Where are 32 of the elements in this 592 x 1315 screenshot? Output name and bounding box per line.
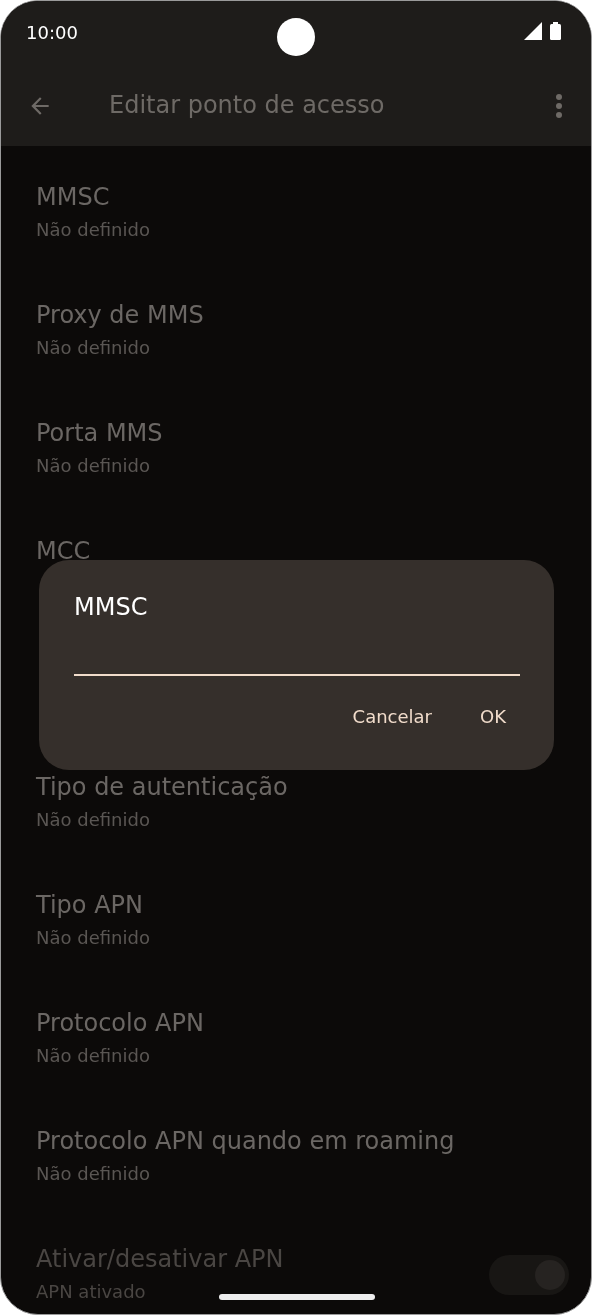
setting-summary: Não definido [36, 808, 150, 832]
dialog-button[interactable]: Cancelar [338, 700, 446, 733]
more-options-button[interactable] [555, 93, 563, 119]
setting-title: Protocolo APN quando em roaming [36, 1126, 455, 1157]
camera-cutout [277, 18, 315, 56]
setting-summary: Não definido [36, 926, 150, 950]
signal-icon [524, 21, 542, 40]
setting-item[interactable]: Protocolo APN quando em roaming Não definido [1, 1124, 591, 1242]
setting-title: Tipo de autenticação [36, 772, 288, 803]
setting-summary: Não definido [36, 336, 150, 360]
setting-item[interactable]: Proxy de MMS Não definido [1, 298, 591, 416]
dialog-button[interactable]: OK [466, 700, 520, 733]
setting-title: Porta MMS [36, 418, 163, 449]
setting-title: Tipo APN [36, 890, 143, 921]
dialog-title: MMSC [74, 592, 149, 623]
setting-title: MMSC [36, 182, 110, 213]
setting-item[interactable]: Protocolo APN Não definido [1, 1006, 591, 1124]
screen-title: Editar ponto de acesso [109, 91, 386, 119]
setting-title: Ativar/desativar APN [36, 1244, 284, 1275]
setting-title: Protocolo APN [36, 1008, 204, 1039]
setting-item[interactable]: Tipo de autenticação Não definido [1, 770, 591, 888]
battery-icon [550, 21, 561, 40]
setting-item[interactable]: MMSC Não definido [1, 180, 591, 298]
setting-summary: Não definido [36, 454, 150, 478]
setting-item[interactable]: Porta MMS Não definido [1, 416, 591, 534]
setting-summary: Não definido [36, 218, 150, 242]
setting-title: Proxy de MMS [36, 300, 204, 331]
setting-summary: APN ativado [36, 1280, 146, 1304]
status-time: 10:00 [26, 22, 78, 43]
setting-item[interactable]: Tipo APN Não definido [1, 888, 591, 1006]
setting-summary: Não definido [36, 1044, 150, 1068]
setting-summary: Não definido [36, 1162, 150, 1186]
